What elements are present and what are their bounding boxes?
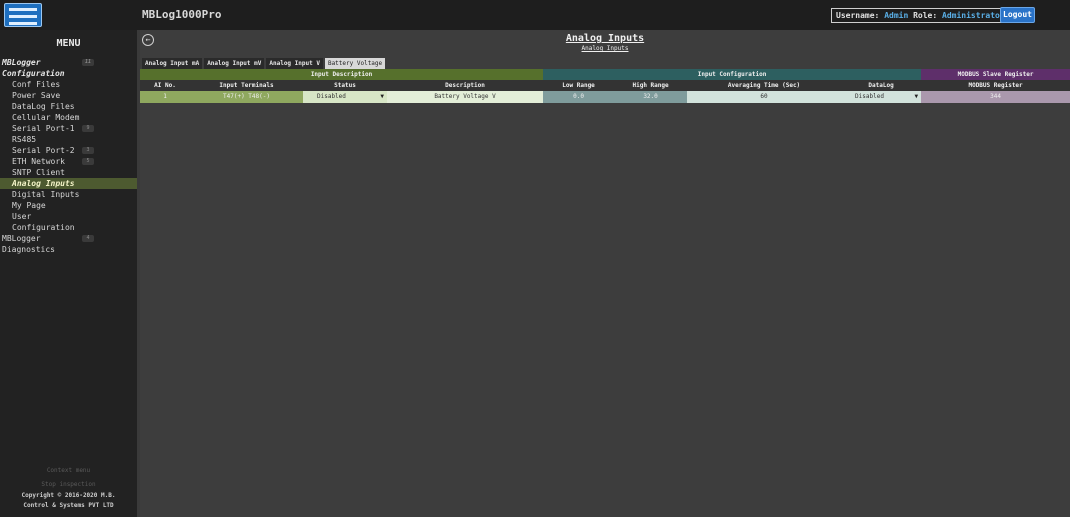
- sidebar-item-rs485[interactable]: RS485: [0, 134, 137, 145]
- column-header-description: Description: [387, 80, 544, 91]
- averaging-time-input[interactable]: 60: [687, 91, 842, 103]
- tab-analog-input-ma[interactable]: Analog Input mA: [142, 58, 203, 69]
- status-select[interactable]: Disabled ▼: [303, 91, 387, 103]
- sidebar-item-mblogger[interactable]: MBLogger 11: [0, 57, 137, 68]
- column-header-ai-no: AI No.: [140, 80, 190, 91]
- modbus-register-cell: 344: [921, 91, 1070, 103]
- app-title: MBLog1000Pro: [142, 8, 222, 21]
- sidebar-item-mblogger-diag[interactable]: MBLogger 4: [0, 233, 137, 244]
- count-badge: 5: [82, 158, 94, 165]
- sidebar-item-cellular-modem[interactable]: Cellular Modem: [0, 112, 137, 123]
- group-header-input-description: Input Description: [140, 69, 544, 80]
- username-label: Username:: [836, 11, 880, 20]
- menu-title: MENU: [56, 38, 81, 49]
- column-header-averaging-time: Averaging Time (Sec): [687, 80, 842, 91]
- username-value: Admin: [884, 11, 909, 20]
- main-panel: ← Analog Inputs Analog Inputs Analog Inp…: [140, 30, 1070, 517]
- column-header-modbus-register: MODBUS Register: [921, 80, 1070, 91]
- low-range-input[interactable]: 0.0: [543, 91, 615, 103]
- group-header-input-configuration: Input Configuration: [543, 69, 922, 80]
- count-badge: 3: [82, 147, 94, 154]
- logo-icon: [4, 3, 42, 27]
- sidebar-item-serial-port-2[interactable]: Serial Port-2 3: [0, 145, 137, 156]
- sidebar-item-digital-inputs[interactable]: Digital Inputs: [0, 189, 137, 200]
- table-row: 1 T47(+) T48(-) Disabled ▼ Battery Voltag…: [140, 91, 1070, 103]
- top-bar: MBLog1000Pro Username: Admin Role: Admin…: [0, 0, 1070, 30]
- sidebar-item-sntp-client[interactable]: SNTP Client: [0, 167, 137, 178]
- sidebar-item-user[interactable]: User: [0, 211, 137, 222]
- input-terminals-cell: T47(+) T48(-): [190, 91, 303, 103]
- sidebar-item-user-configuration[interactable]: Configuration: [0, 222, 137, 233]
- stop-inspection-link[interactable]: Stop inspection: [0, 481, 137, 488]
- description-input[interactable]: Battery Voltage V: [387, 91, 544, 103]
- column-header-status: Status: [303, 80, 387, 91]
- sidebar-item-power-save[interactable]: Power Save: [0, 90, 137, 101]
- sidebar-item-my-page[interactable]: My Page: [0, 200, 137, 211]
- group-header-modbus-slave: MODBUS Slave Register: [921, 69, 1070, 80]
- sidebar-item-configuration[interactable]: Configuration: [0, 68, 137, 79]
- chevron-down-icon: ▼: [914, 93, 919, 100]
- sidebar-item-serial-port-1[interactable]: Serial Port-1 9: [0, 123, 137, 134]
- count-badge: 11: [82, 59, 94, 66]
- tab-analog-input-v[interactable]: Analog Input V: [266, 58, 323, 69]
- sidebar-item-datalog-files[interactable]: DataLog Files: [0, 101, 137, 112]
- datalog-select[interactable]: Disabled ▼: [841, 91, 922, 103]
- sidebar-item-eth-network[interactable]: ETH Network 5: [0, 156, 137, 167]
- copyright-line-2: Control & Systems PVT LTD: [23, 502, 114, 509]
- column-header-input-terminals: Input Terminals: [190, 80, 303, 91]
- user-info: Username: Admin Role: Administrator: [831, 8, 1010, 23]
- analog-inputs-table: Input Description Input Configuration MO…: [140, 69, 1070, 103]
- high-range-input[interactable]: 32.0: [614, 91, 688, 103]
- column-header-low-range: Low Range: [543, 80, 615, 91]
- column-header-datalog: DataLog: [841, 80, 922, 91]
- copyright-line-1: Copyright © 2016-2020 M.B.: [21, 492, 116, 499]
- count-badge: 4: [82, 235, 94, 242]
- role-label: Role:: [913, 11, 938, 20]
- ai-no-cell: 1: [140, 91, 190, 103]
- role-value: Administrator: [942, 11, 1005, 20]
- logout-button[interactable]: Logout: [1000, 7, 1035, 23]
- page-title: Analog Inputs: [565, 33, 645, 44]
- tab-bar: Analog Input mA Analog Input mV Analog I…: [142, 58, 387, 69]
- context-menu-link[interactable]: Context menu: [0, 467, 137, 474]
- sidebar-item-conf-files[interactable]: Conf Files: [0, 79, 137, 90]
- sidebar-item-analog-inputs[interactable]: Analog Inputs: [0, 178, 137, 189]
- sidebar-item-diagnostics[interactable]: Diagnostics: [0, 244, 137, 255]
- sidebar: MENU MBLogger 11 Configuration Conf Files…: [0, 30, 137, 517]
- column-header-high-range: High Range: [614, 80, 688, 91]
- page-breadcrumb[interactable]: Analog Inputs: [140, 45, 1070, 52]
- count-badge: 9: [82, 125, 94, 132]
- tab-battery-voltage[interactable]: Battery Voltage: [324, 58, 386, 69]
- tab-analog-input-mv[interactable]: Analog Input mV: [204, 58, 265, 69]
- chevron-down-icon: ▼: [380, 93, 384, 100]
